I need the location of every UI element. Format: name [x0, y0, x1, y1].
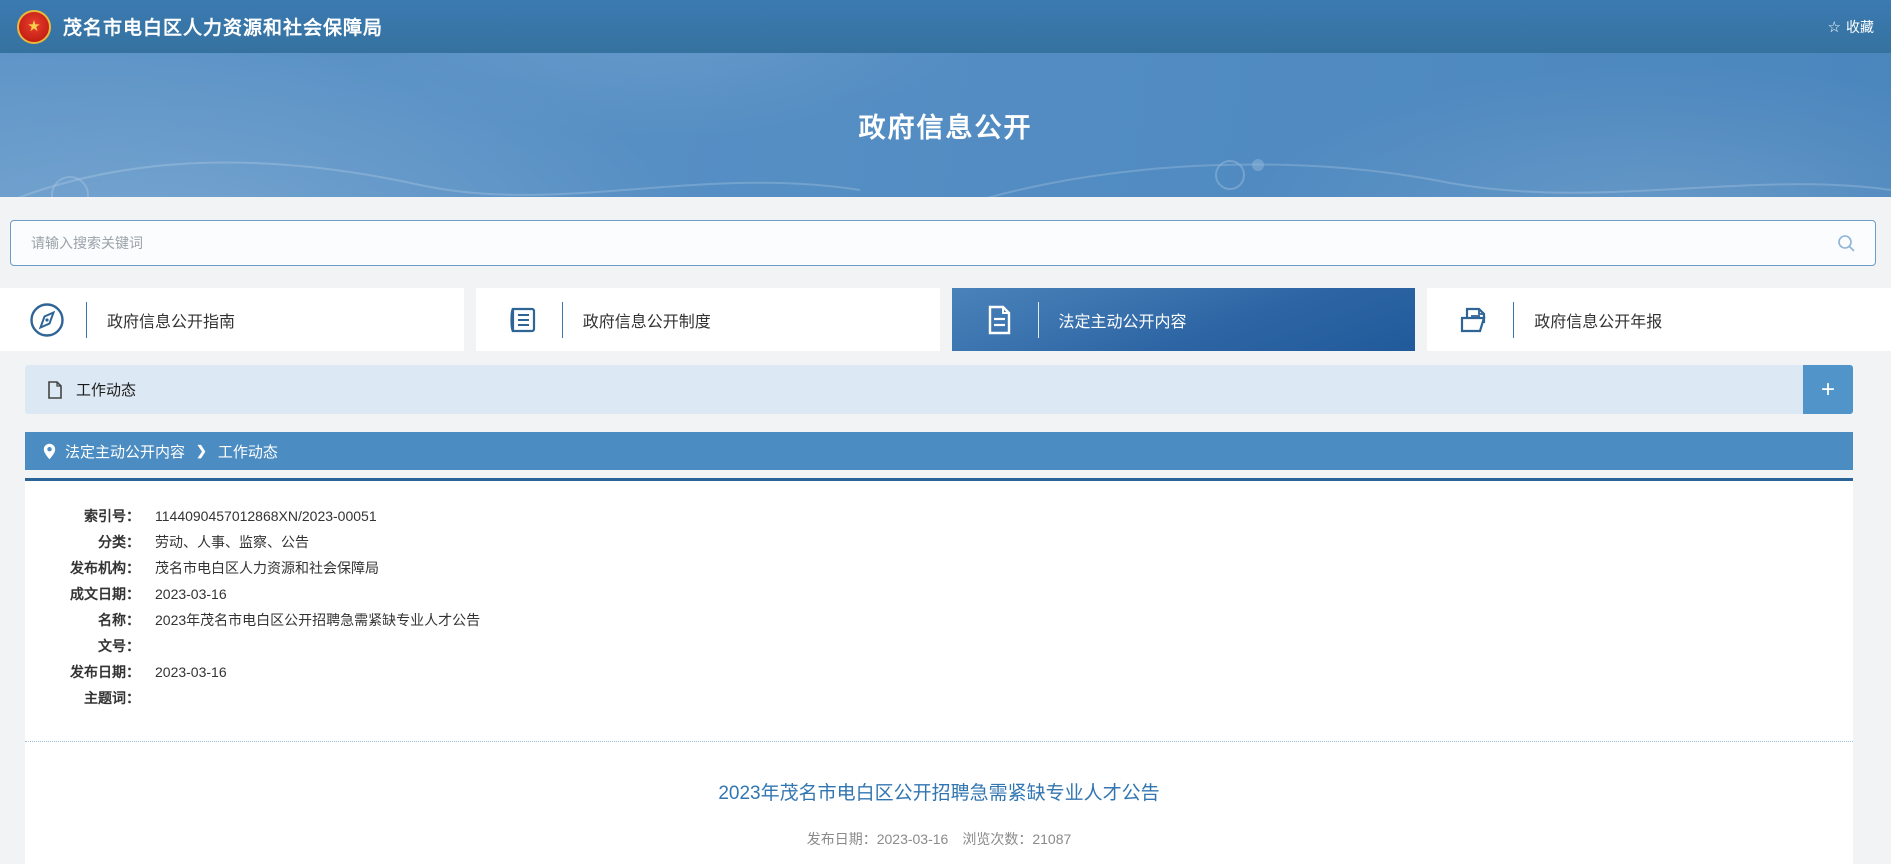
- expand-button[interactable]: +: [1803, 365, 1853, 414]
- tab-public-info-system[interactable]: 政府信息公开制度: [476, 288, 940, 351]
- field-label: 索引号：: [25, 503, 140, 529]
- location-pin-icon: [43, 443, 56, 460]
- views-value: 21087: [1032, 831, 1071, 847]
- article-meta: 发布日期：2023-03-16 浏览次数：21087: [25, 829, 1853, 849]
- document-icon: [47, 381, 62, 399]
- page-title: 政府信息公开: [859, 106, 1033, 145]
- views-label: 浏览次数：: [962, 831, 1032, 847]
- field-value: 2023-03-16: [155, 659, 227, 685]
- field-value: 劳动、人事、监察、公告: [155, 529, 309, 555]
- emblem-star: ★: [27, 19, 40, 34]
- detail-card: 索引号： 1144090457012868XN/2023-00051 分类： 劳…: [25, 478, 1853, 864]
- field-value: 茂名市电白区人力资源和社会保障局: [155, 555, 379, 581]
- tab-annual-report[interactable]: 政府信息公开年报: [1427, 288, 1891, 351]
- tab-statutory-disclosure[interactable]: 法定主动公开内容: [952, 288, 1416, 351]
- dotted-divider: [25, 741, 1853, 742]
- banner: 政府信息公开: [0, 53, 1891, 197]
- search-section: [0, 197, 1891, 266]
- tab-divider: [1038, 302, 1039, 338]
- detail-row-index-number: 索引号： 1144090457012868XN/2023-00051: [25, 503, 1853, 529]
- section-bar-work-dynamics[interactable]: 工作动态: [25, 365, 1803, 414]
- tab-label: 政府信息公开制度: [583, 308, 711, 332]
- section-row: 工作动态 +: [25, 365, 1853, 414]
- field-value: 1144090457012868XN/2023-00051: [155, 503, 377, 529]
- field-value: 2023年茂名市电白区公开招聘急需紧缺专业人才公告: [155, 607, 480, 633]
- compass-icon: [28, 301, 66, 339]
- detail-row-written-date: 成文日期： 2023-03-16: [25, 581, 1853, 607]
- document-icon: [980, 301, 1018, 339]
- detail-row-subject-words: 主题词：: [25, 685, 1853, 711]
- search-icon[interactable]: [1837, 234, 1855, 252]
- page: { "topbar": { "site_title": "茂名市电白区人力资源和…: [0, 0, 1891, 864]
- field-label: 发布日期：: [25, 659, 140, 685]
- search-box: [10, 220, 1876, 266]
- field-value: 2023-03-16: [155, 581, 227, 607]
- detail-row-doc-number: 文号：: [25, 633, 1853, 659]
- star-outline-icon: ☆: [1828, 18, 1841, 36]
- tab-label: 政府信息公开指南: [107, 308, 235, 332]
- publish-date-label: 发布日期：: [807, 831, 877, 847]
- field-label: 名称：: [25, 607, 140, 633]
- detail-row-issuing-agency: 发布机构： 茂名市电白区人力资源和社会保障局: [25, 555, 1853, 581]
- tab-divider: [86, 302, 87, 338]
- breadcrumb-item-work-dynamics[interactable]: 工作动态: [218, 441, 278, 462]
- field-label: 分类：: [25, 529, 140, 555]
- field-label: 成文日期：: [25, 581, 140, 607]
- search-input[interactable]: [31, 235, 1837, 251]
- article-title-link[interactable]: 2023年茂名市电白区公开招聘急需紧缺专业人才公告: [25, 778, 1853, 805]
- chevron-right-icon: ❯: [196, 443, 207, 459]
- detail-row-publish-date: 发布日期： 2023-03-16: [25, 659, 1853, 685]
- field-label: 文号：: [25, 633, 140, 659]
- breadcrumb-item-statutory-disclosure[interactable]: 法定主动公开内容: [65, 441, 185, 462]
- national-emblem-icon: ★: [17, 10, 51, 44]
- banner-flower-decoration: [0, 145, 1891, 197]
- tab-divider: [562, 302, 563, 338]
- book-icon: [504, 301, 542, 339]
- site-title: 茂名市电白区人力资源和社会保障局: [63, 13, 383, 40]
- field-label: 主题词：: [25, 685, 140, 711]
- folder-doc-icon: [1455, 301, 1493, 339]
- tab-public-info-guide[interactable]: 政府信息公开指南: [0, 288, 464, 351]
- tab-divider: [1513, 302, 1514, 338]
- favorite-button[interactable]: ☆ 收藏: [1828, 17, 1874, 37]
- detail-row-name: 名称： 2023年茂名市电白区公开招聘急需紧缺专业人才公告: [25, 607, 1853, 633]
- favorite-label: 收藏: [1846, 17, 1874, 37]
- tab-bar: 政府信息公开指南 政府信息公开制度 法定主动公开内容 政府信息: [0, 288, 1891, 351]
- breadcrumb: 法定主动公开内容 ❯ 工作动态: [25, 432, 1853, 470]
- publish-date-value: 2023-03-16: [877, 831, 949, 847]
- topbar: ★ 茂名市电白区人力资源和社会保障局 ☆ 收藏: [0, 0, 1891, 53]
- tab-label: 政府信息公开年报: [1534, 308, 1662, 332]
- field-label: 发布机构：: [25, 555, 140, 581]
- tab-label: 法定主动公开内容: [1059, 308, 1187, 332]
- section-title: 工作动态: [76, 379, 136, 400]
- detail-row-category: 分类： 劳动、人事、监察、公告: [25, 529, 1853, 555]
